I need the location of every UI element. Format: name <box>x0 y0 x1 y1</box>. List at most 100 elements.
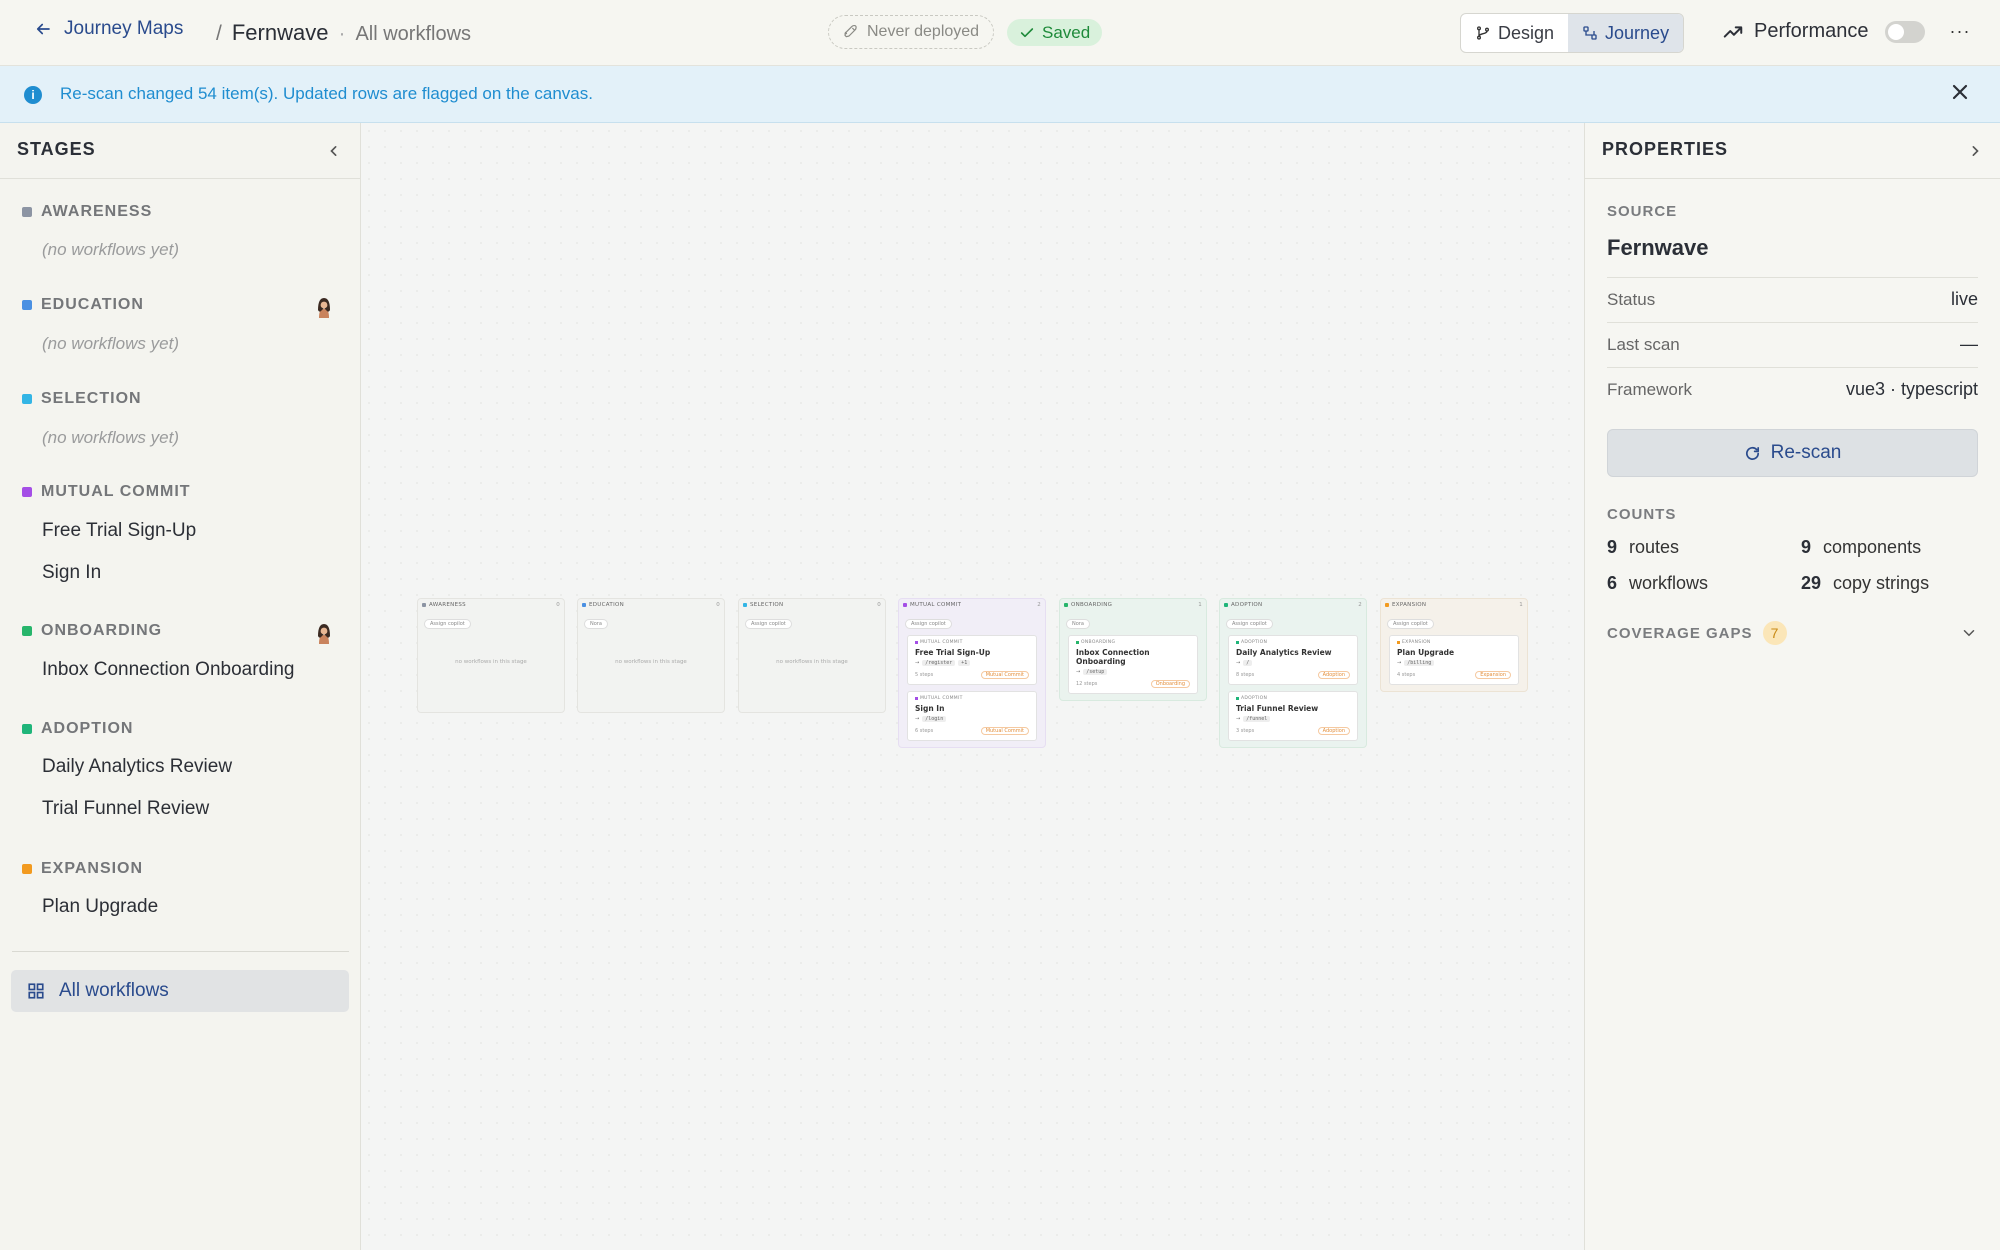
stage-color-swatch <box>22 487 32 497</box>
canvas-column-expansion[interactable]: EXPANSION 1 Assign copilot EXPANSION Plan… <box>1380 598 1528 692</box>
card-title: Free Trial Sign-Up <box>915 648 991 657</box>
stages-title: STAGES <box>17 139 96 159</box>
workflow-item[interactable]: Daily Analytics Review <box>42 756 232 778</box>
coverage-gaps-toggle[interactable]: COVERAGE GAPS 7 <box>1607 621 1978 645</box>
column-empty-note: no workflows in this stage <box>455 659 527 665</box>
workflow-item[interactable]: Trial Funnel Review <box>42 798 209 820</box>
stage-color-swatch <box>22 394 32 404</box>
column-title: SELECTION <box>750 601 784 608</box>
back-to-journey-maps[interactable]: Journey Maps <box>34 18 183 40</box>
breadcrumb: / Fernwave · All workflows <box>216 20 471 46</box>
collapse-sidebar-icon[interactable] <box>324 141 344 161</box>
property-value: vue3 · typescript <box>1845 379 1978 399</box>
card-route: /billing <box>1404 660 1435 666</box>
column-header: EDUCATION 0 <box>578 599 724 610</box>
workflow-card[interactable]: EXPANSION Plan Upgrade →/billing 4 steps… <box>1389 635 1519 685</box>
deploy-status-label: Never deployed <box>867 23 980 40</box>
deploy-status-pill[interactable]: Never deployed <box>828 15 995 49</box>
stage-education[interactable]: EDUCATION <box>22 296 144 314</box>
canvas-column-onboarding[interactable]: ONBOARDING 1 Nora ONBOARDING Inbox Connec… <box>1059 598 1207 701</box>
column-header: EXPANSION 1 <box>1381 599 1527 610</box>
stage-label: EDUCATION <box>41 296 144 313</box>
breadcrumb-separator: / <box>216 22 222 45</box>
properties-title: PROPERTIES <box>1602 139 1729 159</box>
stage-expansion[interactable]: EXPANSION <box>22 860 143 878</box>
stage-awareness[interactable]: AWARENESS <box>22 203 152 221</box>
breadcrumb-project[interactable]: Fernwave <box>232 20 329 46</box>
close-banner-icon[interactable] <box>1948 80 1972 104</box>
rescan-button[interactable]: Re-scan <box>1607 429 1978 477</box>
card-route: /register <box>922 660 956 666</box>
view-switcher: Design Journey <box>1460 13 1685 53</box>
assign-copilot-button[interactable]: Assign copilot <box>424 619 471 629</box>
column-empty-note: no workflows in this stage <box>776 659 848 665</box>
back-label: Journey Maps <box>64 18 184 39</box>
column-count: 0 <box>877 601 881 608</box>
view-design-label: Design <box>1498 22 1555 43</box>
sidebar-divider <box>12 951 349 952</box>
workflow-item[interactable]: Plan Upgrade <box>42 896 158 918</box>
stage-selection[interactable]: SELECTION <box>22 390 142 408</box>
column-count: 2 <box>1037 601 1041 608</box>
column-empty-note: no workflows in this stage <box>615 659 687 665</box>
canvas-column-education[interactable]: EDUCATION 0 Nora no workflows in this sta… <box>577 598 725 713</box>
stage-label: AWARENESS <box>41 203 153 220</box>
property-value: — <box>1960 334 1978 354</box>
workflow-card[interactable]: ADOPTION Daily Analytics Review →/ 8 ste… <box>1228 635 1358 685</box>
breadcrumb-dot: · <box>338 22 346 45</box>
performance-label: Performance <box>1754 20 1869 42</box>
stage-mutual-commit[interactable]: MUTUAL COMMIT <box>22 483 191 501</box>
card-stage: EXPANSION <box>1402 640 1431 645</box>
assign-copilot-button[interactable]: Assign copilot <box>1387 619 1434 629</box>
grid-icon <box>28 983 44 999</box>
column-count: 0 <box>716 601 720 608</box>
property-row-status: Status live <box>1607 277 1978 321</box>
workflow-card[interactable]: ONBOARDING Inbox Connection Onboarding →… <box>1068 635 1198 694</box>
column-count: 1 <box>1519 601 1523 608</box>
workflow-item[interactable]: Sign In <box>42 562 101 584</box>
canvas-column-mutual-commit[interactable]: MUTUAL COMMIT 2 Assign copilot MUTUAL COM… <box>898 598 1046 748</box>
stages-sidebar: STAGES AWARENESS (no workflows yet) EDUC… <box>0 123 361 1250</box>
stage-onboarding[interactable]: ONBOARDING <box>22 622 162 640</box>
view-design-button[interactable]: Design <box>1461 14 1568 52</box>
stage-label: ADOPTION <box>41 720 134 737</box>
column-header: SELECTION 0 <box>739 599 885 610</box>
canvas-column-awareness[interactable]: AWARENESS 0 Assign copilot no workflows i… <box>417 598 565 713</box>
property-key: Status <box>1607 289 1656 309</box>
card-tag: Expansion <box>1475 671 1511 679</box>
all-workflows-button[interactable]: All workflows <box>11 970 349 1012</box>
count-value: 9 <box>1801 537 1812 557</box>
rescan-banner: i Re-scan changed 54 item(s). Updated ro… <box>0 66 2000 123</box>
stage-empty-note: (no workflows yet) <box>42 240 179 259</box>
workflow-card[interactable]: MUTUAL COMMIT Free Trial Sign-Up →/regis… <box>907 635 1037 685</box>
card-tag: Mutual Commit <box>980 727 1029 735</box>
workflow-card[interactable]: ADOPTION Trial Funnel Review →/funnel 3 … <box>1228 691 1358 741</box>
collapse-panel-icon[interactable] <box>1965 141 1985 161</box>
copilot-select[interactable]: Nora <box>1066 619 1090 629</box>
count-routes: 9 routes <box>1607 537 1679 558</box>
copilot-avatar[interactable] <box>312 622 336 646</box>
canvas-column-adoption[interactable]: ADOPTION 2 Assign copilot ADOPTION Daily … <box>1219 598 1367 748</box>
assign-copilot-button[interactable]: Assign copilot <box>745 619 792 629</box>
card-steps: 8 steps <box>1236 672 1255 678</box>
view-journey-button[interactable]: Journey <box>1568 14 1684 52</box>
count-value: 29 <box>1801 573 1822 593</box>
trend-icon <box>1723 25 1743 38</box>
workflow-card[interactable]: MUTUAL COMMIT Sign In →/login 6 steps Mut… <box>907 691 1037 741</box>
copilot-select[interactable]: Nora <box>584 619 608 629</box>
canvas-column-selection[interactable]: SELECTION 0 Assign copilot no workflows i… <box>738 598 886 713</box>
card-title: Plan Upgrade <box>1397 648 1455 657</box>
stage-empty-note: (no workflows yet) <box>42 428 179 447</box>
stage-label: SELECTION <box>41 390 142 407</box>
assign-copilot-button[interactable]: Assign copilot <box>1226 619 1273 629</box>
stage-adoption[interactable]: ADOPTION <box>22 720 133 738</box>
source-name: Fernwave <box>1607 235 1709 260</box>
stage-color-swatch <box>22 864 32 874</box>
performance-toggle[interactable] <box>1884 20 1925 43</box>
journey-canvas[interactable]: AWARENESS 0 Assign copilot no workflows i… <box>361 123 1584 1250</box>
workflow-item[interactable]: Inbox Connection Onboarding <box>42 659 294 681</box>
assign-copilot-button[interactable]: Assign copilot <box>905 619 952 629</box>
workflow-item[interactable]: Free Trial Sign-Up <box>42 520 196 542</box>
copilot-avatar[interactable] <box>312 296 336 320</box>
more-menu-icon[interactable]: ··· <box>1948 16 1972 46</box>
